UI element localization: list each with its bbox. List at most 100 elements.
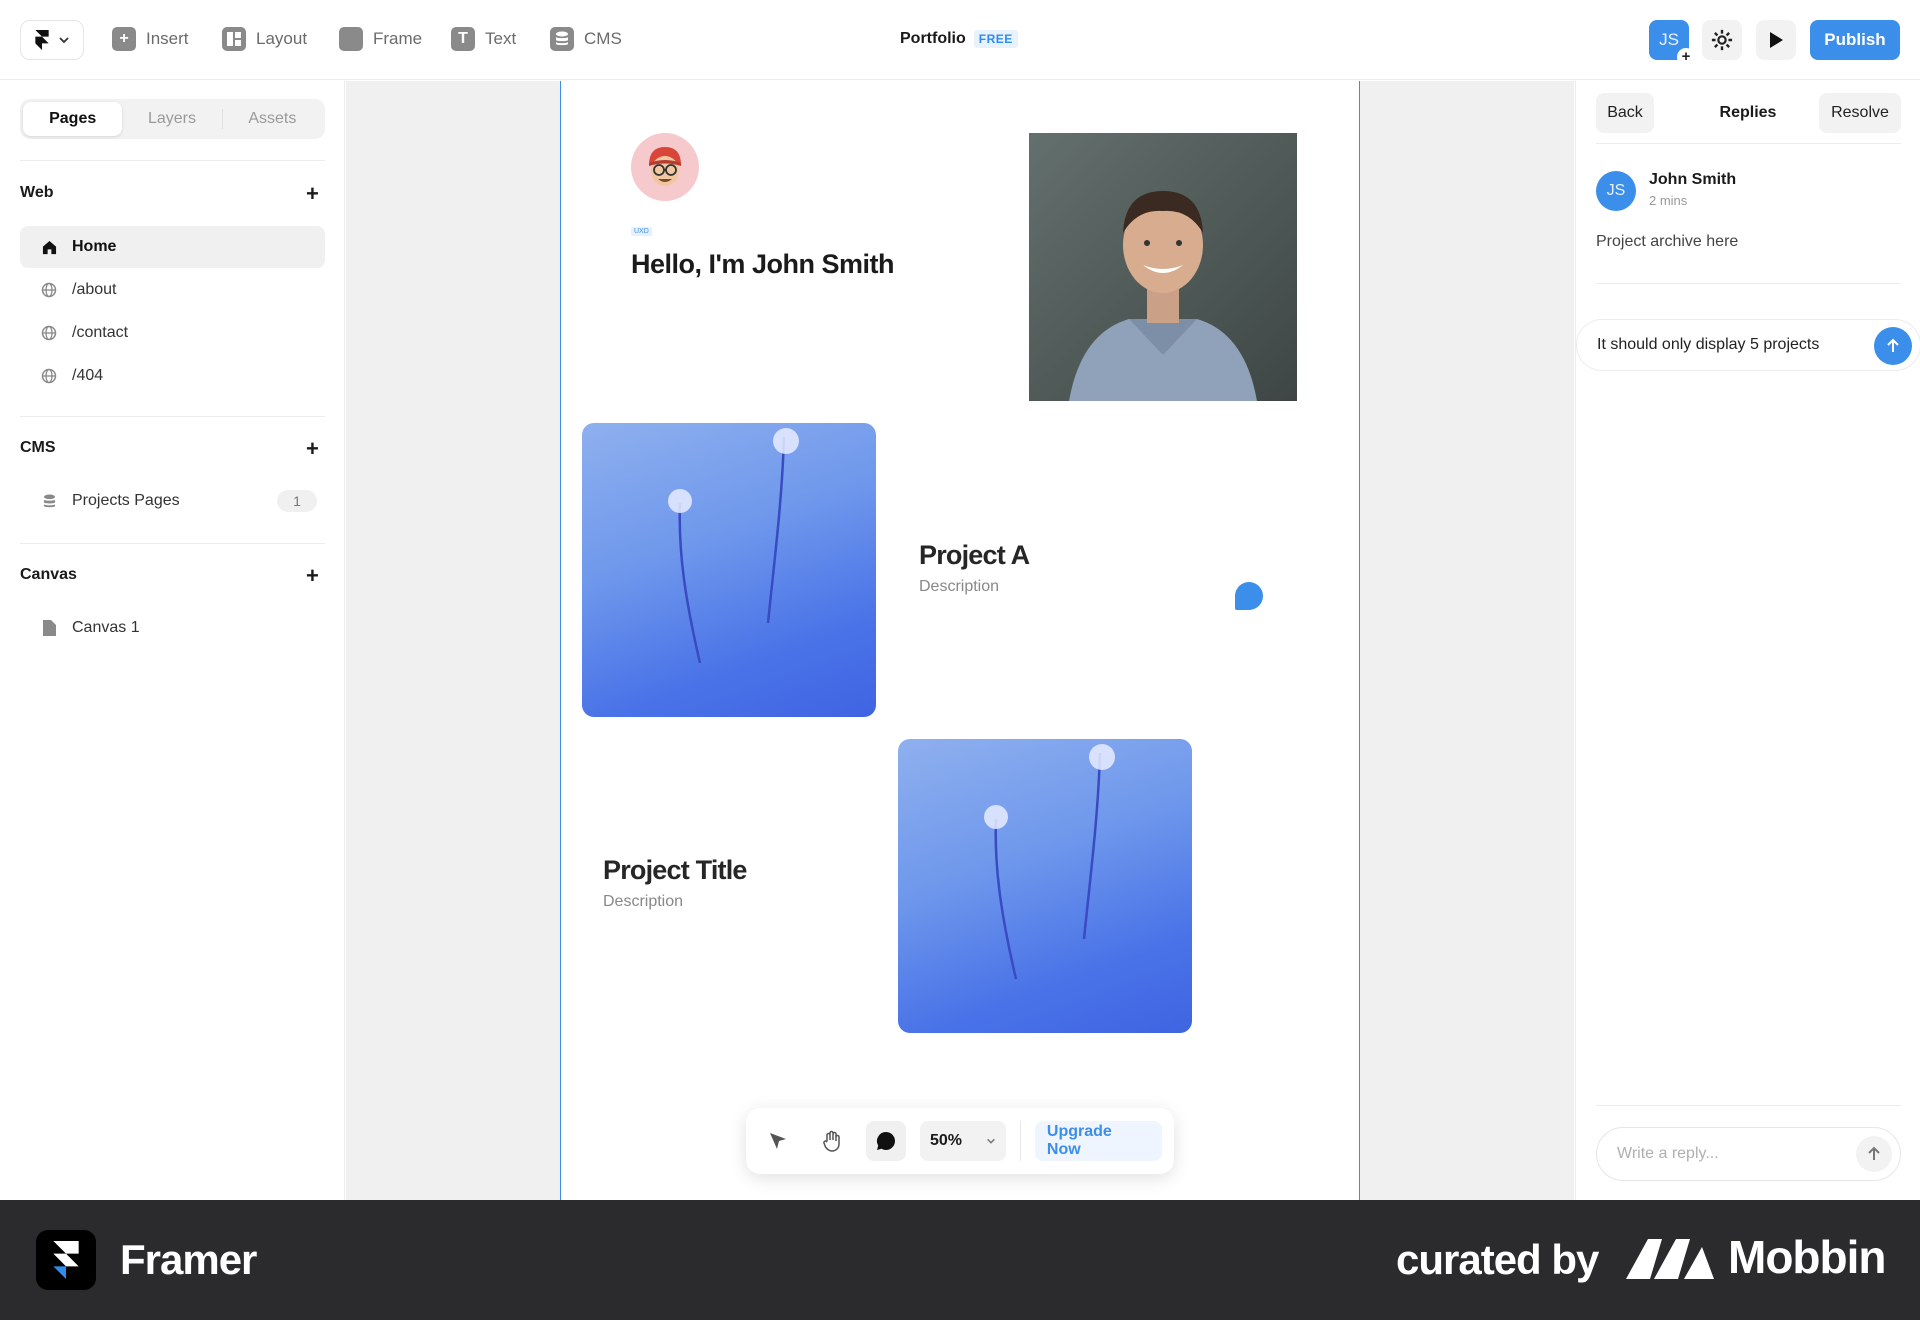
add-cms-button[interactable]: + <box>306 438 319 460</box>
divider <box>20 416 325 417</box>
select-tool-button[interactable] <box>758 1121 798 1161</box>
hero-headline[interactable]: Hello, I'm John Smith <box>631 249 894 280</box>
framer-menu-button[interactable] <box>20 20 84 60</box>
add-canvas-button[interactable]: + <box>306 565 319 587</box>
user-initials: JS <box>1659 30 1679 49</box>
canvas-item-label: Canvas 1 <box>72 619 140 636</box>
preview-button[interactable] <box>1756 20 1796 60</box>
app-name: Framer <box>120 1236 257 1283</box>
frame-icon <box>339 27 363 51</box>
memoji-avatar <box>631 133 699 201</box>
section-title-cms: CMS <box>20 439 56 456</box>
page-item-about[interactable]: /about <box>20 269 325 311</box>
send-reply-button[interactable] <box>1874 327 1912 365</box>
page-item-contact[interactable]: /contact <box>20 312 325 354</box>
framer-app-icon <box>36 1230 96 1290</box>
zoom-select[interactable]: 50% <box>919 1121 1006 1161</box>
divider <box>1596 143 1901 144</box>
frame-button[interactable]: Frame <box>339 27 422 51</box>
plan-badge: FREE <box>973 30 1018 48</box>
project-b-image[interactable] <box>898 739 1192 1033</box>
design-canvas[interactable]: UXD Hello, I'm John Smith Project A Desc… <box>346 81 1574 1200</box>
divider <box>1596 283 1901 284</box>
insert-button[interactable]: + Insert <box>112 27 189 51</box>
add-page-button[interactable]: + <box>306 183 319 205</box>
page-item-label: /404 <box>72 367 104 384</box>
chevron-down-icon <box>987 1138 995 1144</box>
cms-label: CMS <box>584 29 622 48</box>
cursor-icon <box>769 1133 786 1149</box>
tab-assets[interactable]: Assets <box>223 102 322 136</box>
reply-draft-input[interactable]: It should only display 5 projects <box>1576 319 1920 371</box>
toolbar-divider <box>1019 1121 1021 1161</box>
project-name: Portfolio <box>900 30 966 47</box>
page-item-home[interactable]: Home <box>20 226 325 268</box>
comment-text: Project archive here <box>1596 233 1739 250</box>
panel-tabs: Pages Layers Assets <box>20 99 325 139</box>
globe-icon <box>40 367 58 385</box>
portrait-photo[interactable] <box>1029 133 1297 401</box>
text-icon: T <box>451 27 475 51</box>
framer-logo-icon <box>35 30 49 50</box>
upgrade-button[interactable]: Upgrade Now <box>1034 1121 1162 1161</box>
hand-icon <box>823 1130 840 1152</box>
send-button[interactable] <box>1856 1136 1892 1172</box>
hand-tool-button[interactable] <box>812 1121 852 1161</box>
tag-badge: UXD <box>631 227 652 236</box>
page-item-label: /contact <box>72 324 129 341</box>
comments-panel: Back Replies Resolve JS John Smith 2 min… <box>1575 81 1920 1200</box>
layout-button[interactable]: Layout <box>222 27 307 51</box>
document-icon <box>40 619 58 637</box>
frame-label: Frame <box>373 29 423 48</box>
tab-pages[interactable]: Pages <box>23 102 123 136</box>
page-item-404[interactable]: /404 <box>20 355 325 397</box>
item-count-badge: 1 <box>277 490 317 512</box>
comment-timestamp: 2 mins <box>1649 193 1688 208</box>
comment-tool-button[interactable] <box>865 1121 906 1161</box>
comment-pin[interactable] <box>1235 582 1263 610</box>
resolve-button[interactable]: Resolve <box>1819 93 1901 133</box>
page-item-label: Home <box>72 238 117 255</box>
top-toolbar: + Insert Layout Frame T Text CMS Portfol… <box>0 0 1920 80</box>
reply-input[interactable]: Write a reply... <box>1596 1127 1901 1181</box>
section-title-web: Web <box>20 184 54 201</box>
reply-placeholder: Write a reply... <box>1617 1145 1719 1162</box>
text-button[interactable]: T Text <box>451 27 516 51</box>
section-title-canvas: Canvas <box>20 566 77 583</box>
project-b-description[interactable]: Description <box>603 893 683 911</box>
gear-icon <box>1711 29 1733 51</box>
curated-by-label: curated by <box>1396 1236 1599 1283</box>
project-a-title[interactable]: Project A <box>919 540 1030 571</box>
mobbin-logo: Mobbin <box>1626 1230 1886 1284</box>
publish-button[interactable]: Publish <box>1810 20 1900 60</box>
project-a-description[interactable]: Description <box>919 578 999 596</box>
cms-item-projects-pages[interactable]: Projects Pages 1 <box>20 480 325 522</box>
invite-plus-icon: + <box>1677 48 1695 66</box>
zoom-value: 50% <box>929 1132 962 1149</box>
cms-item-label: Projects Pages <box>72 492 180 509</box>
divider <box>1596 1105 1901 1106</box>
project-title[interactable]: Portfolio FREE <box>900 30 1018 48</box>
arrow-up-icon <box>1887 338 1899 352</box>
back-button[interactable]: Back <box>1596 93 1654 133</box>
text-label: Text <box>485 29 517 48</box>
footer-banner: Framer curated by Mobbin <box>0 1200 1920 1320</box>
arrow-up-icon <box>1868 1146 1880 1160</box>
chevron-down-icon <box>59 37 69 44</box>
project-b-title[interactable]: Project Title <box>603 855 747 886</box>
mobbin-mark-icon <box>1626 1239 1714 1279</box>
page-frame[interactable]: UXD Hello, I'm John Smith Project A Desc… <box>560 81 1360 1200</box>
settings-button[interactable] <box>1702 20 1742 60</box>
comment-avatar: JS <box>1596 171 1636 211</box>
brand-name: Mobbin <box>1728 1231 1886 1283</box>
plus-icon: + <box>112 27 136 51</box>
tab-layers[interactable]: Layers <box>122 109 223 129</box>
play-icon <box>1770 32 1783 48</box>
canvas-item[interactable]: Canvas 1 <box>20 607 325 649</box>
project-a-image[interactable] <box>582 423 876 717</box>
reply-draft-text: It should only display 5 projects <box>1597 336 1820 353</box>
user-avatar-button[interactable]: JS + <box>1649 20 1695 66</box>
comment-author: John Smith <box>1649 171 1737 188</box>
cms-button[interactable]: CMS <box>550 27 622 51</box>
divider <box>20 543 325 544</box>
